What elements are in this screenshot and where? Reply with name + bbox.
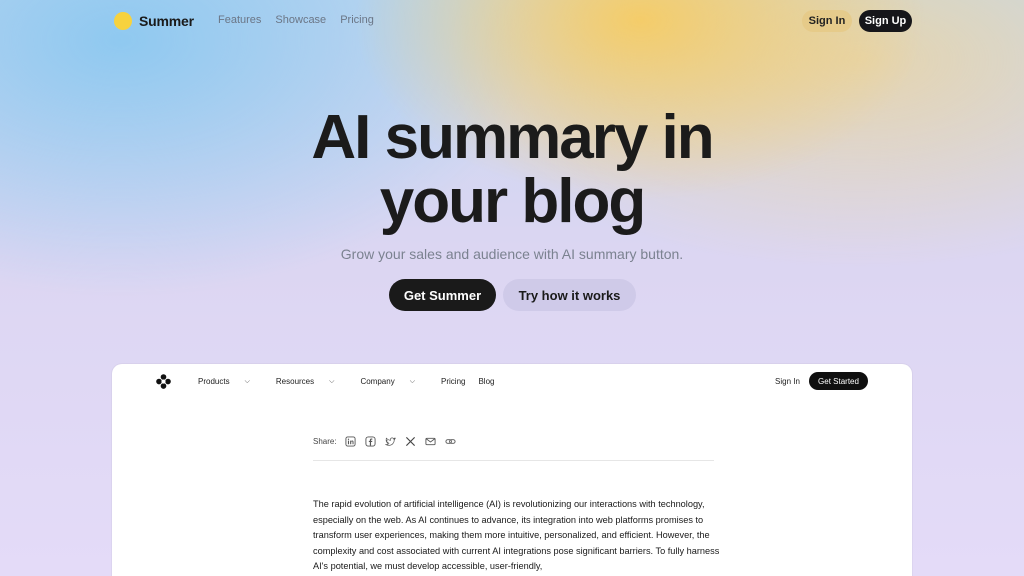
chevron-down-icon: ⌵ xyxy=(409,377,416,385)
hero-title-line-2: your blog xyxy=(379,167,646,236)
hero-subtitle: Grow your sales and audience with AI sum… xyxy=(340,246,684,262)
preview-nav-products[interactable]: Products ⌵ xyxy=(198,377,263,386)
nav-link-pricing[interactable]: Pricing xyxy=(340,14,374,26)
top-nav: Summer Features Showcase Pricing Sign In… xyxy=(0,0,1024,42)
hero-title: AI summary in your blog xyxy=(212,106,812,234)
preview-nav-pricing[interactable]: Pricing xyxy=(441,377,465,386)
chevron-down-icon: ⌵ xyxy=(329,377,335,385)
sun-icon xyxy=(114,12,132,30)
preview-nav-company-label: Company xyxy=(360,377,395,386)
share-row: Share: xyxy=(313,435,465,447)
preview-nav-blog[interactable]: Blog xyxy=(478,377,494,386)
nav-link-features[interactable]: Features xyxy=(218,14,261,26)
article-body: The rapid evolution of artificial intell… xyxy=(313,499,720,571)
preview-nav: Products ⌵ Resources ⌵ Company ⌵ Pricing Bl… xyxy=(198,377,507,386)
preview-nav-company[interactable]: Company ⌵ xyxy=(360,377,428,386)
hero-title-line-1: AI summary in xyxy=(311,103,714,172)
linkedin-icon[interactable] xyxy=(345,435,357,447)
facebook-icon[interactable] xyxy=(365,435,377,447)
share-label: Share: xyxy=(313,436,337,446)
nav-link-showcase[interactable]: Showcase xyxy=(275,14,326,26)
preview-nav-resources[interactable]: Resources ⌵ xyxy=(276,377,348,386)
link-icon[interactable] xyxy=(445,435,457,447)
preview-get-started-button[interactable]: Get Started xyxy=(809,372,868,390)
x-icon[interactable] xyxy=(405,435,417,447)
get-summer-button[interactable]: Get Summer xyxy=(389,279,496,311)
blog-preview-card: Products ⌵ Resources ⌵ Company ⌵ Pricing Bl… xyxy=(112,364,912,576)
preview-nav-resources-label: Resources xyxy=(275,377,315,386)
share-divider xyxy=(313,460,714,461)
preview-nav-products-label: Products xyxy=(198,377,230,386)
try-how-it-works-button[interactable]: Try how it works xyxy=(503,279,636,311)
preview-logo-icon[interactable] xyxy=(156,374,171,389)
brand-logo[interactable]: Summer xyxy=(114,12,194,30)
preview-sign-in-link[interactable]: Sign In xyxy=(775,377,800,386)
sign-up-button[interactable]: Sign Up xyxy=(859,10,912,32)
chevron-down-icon: ⌵ xyxy=(244,377,250,385)
main-nav-links: Features Showcase Pricing xyxy=(218,14,388,26)
twitter-icon[interactable] xyxy=(385,435,397,447)
sign-in-button[interactable]: Sign In xyxy=(802,10,852,32)
brand-name: Summer xyxy=(139,13,194,29)
mail-icon[interactable] xyxy=(425,435,437,447)
